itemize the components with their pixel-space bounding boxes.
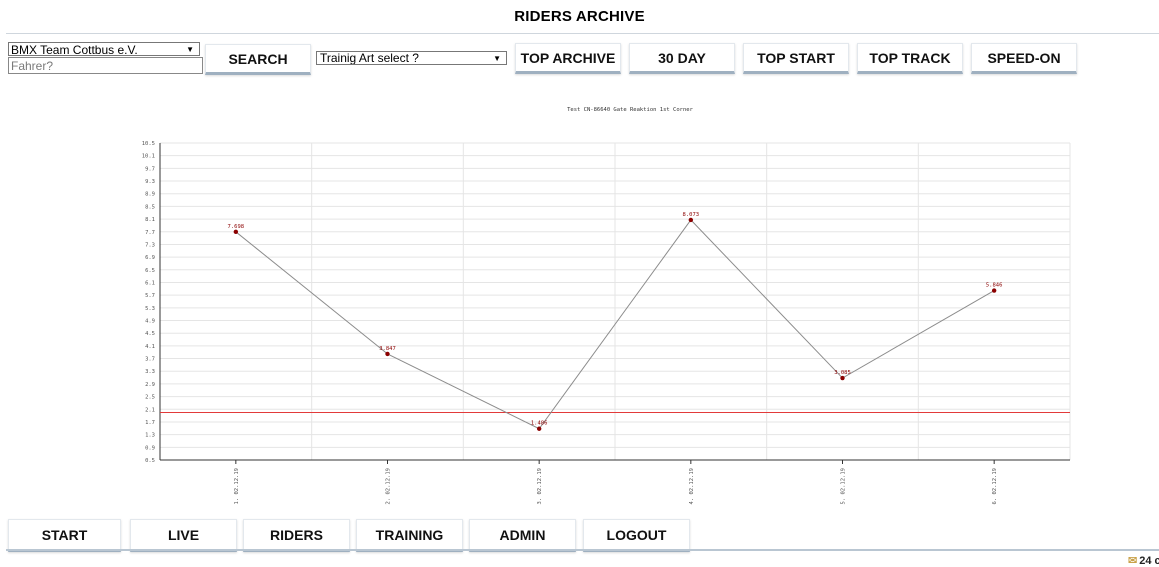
start-nav-label: START bbox=[41, 526, 88, 543]
riders-nav-label: RIDERS bbox=[270, 526, 323, 543]
top-track-label: TOP TRACK bbox=[869, 49, 951, 66]
y-tick-label: 0.9 bbox=[145, 445, 155, 451]
y-tick-label: 6.1 bbox=[145, 280, 155, 286]
x-tick-label: 6. 02.12.19 bbox=[992, 468, 998, 504]
y-tick-label: 1.7 bbox=[145, 420, 155, 426]
y-tick-label: 10.1 bbox=[142, 154, 155, 160]
data-label: 3.085 bbox=[834, 370, 851, 376]
y-tick-label: 1.3 bbox=[145, 433, 155, 439]
rider-search-input[interactable] bbox=[8, 57, 203, 74]
y-tick-label: 5.3 bbox=[145, 306, 155, 312]
notification-badge[interactable]: ✉ 24 c bbox=[1128, 554, 1159, 567]
data-point bbox=[233, 229, 239, 235]
dropdown-arrow-icon: ▼ bbox=[493, 54, 501, 63]
x-tick-label: 3. 02.12.19 bbox=[537, 468, 543, 504]
training-type-select[interactable]: Trainig Art select ? ▼ bbox=[316, 51, 507, 65]
y-tick-label: 4.9 bbox=[145, 319, 155, 325]
training-nav-button[interactable]: TRAINING bbox=[356, 519, 463, 552]
team-select[interactable]: BMX Team Cottbus e.V. ▼ bbox=[8, 42, 200, 56]
y-tick-label: 10.5 bbox=[142, 141, 155, 147]
y-tick-label: 2.5 bbox=[145, 395, 155, 401]
top-track-button[interactable]: TOP TRACK bbox=[857, 43, 963, 74]
y-tick-label: 9.7 bbox=[145, 166, 155, 172]
y-tick-label: 7.3 bbox=[145, 242, 155, 248]
30-day-button[interactable]: 30 DAY bbox=[629, 43, 735, 74]
dropdown-arrow-icon: ▼ bbox=[186, 45, 194, 54]
data-label: 1.486 bbox=[531, 421, 548, 427]
data-label: 5.846 bbox=[986, 283, 1003, 289]
footer-divider bbox=[6, 549, 1159, 551]
y-tick-label: 3.7 bbox=[145, 357, 155, 363]
30-day-label: 30 DAY bbox=[658, 49, 706, 66]
admin-nav-button[interactable]: ADMIN bbox=[469, 519, 576, 552]
admin-nav-label: ADMIN bbox=[499, 526, 546, 543]
top-start-label: TOP START bbox=[757, 49, 835, 66]
y-tick-label: 4.1 bbox=[145, 344, 155, 350]
chart-axes: 10.5 10.1 9.7 9.3 8.9 8.5 8.1 7.7 7.3 6.9 6.5 6.1 5.… bbox=[142, 141, 1070, 504]
y-tick-label: 8.9 bbox=[145, 192, 155, 198]
search-button[interactable]: SEARCH bbox=[205, 44, 311, 75]
chart-title: Test CN-86640 Gate Reaktion 1st Corner bbox=[567, 107, 694, 113]
data-point bbox=[536, 426, 542, 431]
top-archive-button[interactable]: TOP ARCHIVE bbox=[515, 43, 621, 74]
data-point bbox=[991, 288, 997, 293]
x-tick-label: 1. 02.12.19 bbox=[234, 468, 240, 504]
x-tick-label: 2. 02.12.19 bbox=[386, 468, 392, 504]
logout-nav-label: LOGOUT bbox=[606, 526, 667, 543]
reaction-time-line-chart: Test CN-86640 Gate Reaktion 1st Corner 1… bbox=[142, 107, 1071, 504]
x-tick-label: 4. 02.12.19 bbox=[689, 468, 695, 504]
top-archive-label: TOP ARCHIVE bbox=[520, 49, 616, 66]
search-button-label: SEARCH bbox=[228, 50, 288, 67]
live-nav-label: LIVE bbox=[167, 526, 200, 543]
team-select-value: BMX Team Cottbus e.V. bbox=[11, 43, 138, 56]
training-type-select-value: Trainig Art select ? bbox=[320, 51, 419, 65]
y-tick-label: 8.5 bbox=[145, 204, 155, 210]
x-tick-label: 5. 02.12.19 bbox=[841, 468, 847, 504]
envelope-icon: ✉ bbox=[1128, 555, 1138, 567]
y-tick-label: 3.3 bbox=[145, 369, 155, 375]
y-tick-label: 2.9 bbox=[145, 382, 155, 388]
live-nav-button[interactable]: LIVE bbox=[130, 519, 237, 552]
data-label: 3.847 bbox=[379, 346, 396, 352]
training-nav-label: TRAINING bbox=[375, 526, 444, 543]
start-nav-button[interactable]: START bbox=[8, 519, 121, 552]
data-point bbox=[840, 375, 845, 381]
speed-on-button[interactable]: SPEED-ON bbox=[971, 43, 1077, 74]
y-tick-label: 6.5 bbox=[145, 268, 155, 274]
y-tick-label: 8.1 bbox=[145, 217, 155, 223]
y-tick-label: 6.9 bbox=[145, 255, 155, 261]
data-point bbox=[688, 217, 694, 223]
data-point bbox=[385, 351, 390, 357]
y-tick-label: 7.7 bbox=[145, 230, 155, 236]
y-tick-label: 2.1 bbox=[145, 407, 155, 413]
speed-on-label: SPEED-ON bbox=[987, 49, 1061, 66]
data-label: 7.698 bbox=[228, 224, 245, 230]
y-tick-label: 5.7 bbox=[145, 293, 155, 299]
data-label: 8.073 bbox=[683, 212, 700, 218]
page-title: RIDERS ARCHIVE bbox=[514, 8, 645, 25]
top-start-button[interactable]: TOP START bbox=[743, 43, 849, 74]
y-tick-label: 4.5 bbox=[145, 331, 155, 337]
riders-nav-button[interactable]: RIDERS bbox=[243, 519, 350, 552]
y-tick-label: 0.5 bbox=[145, 458, 155, 464]
logout-nav-button[interactable]: LOGOUT bbox=[583, 519, 690, 552]
header-divider bbox=[6, 33, 1159, 34]
notification-badge-text: 24 c bbox=[1139, 555, 1159, 567]
y-tick-label: 9.3 bbox=[145, 179, 155, 185]
